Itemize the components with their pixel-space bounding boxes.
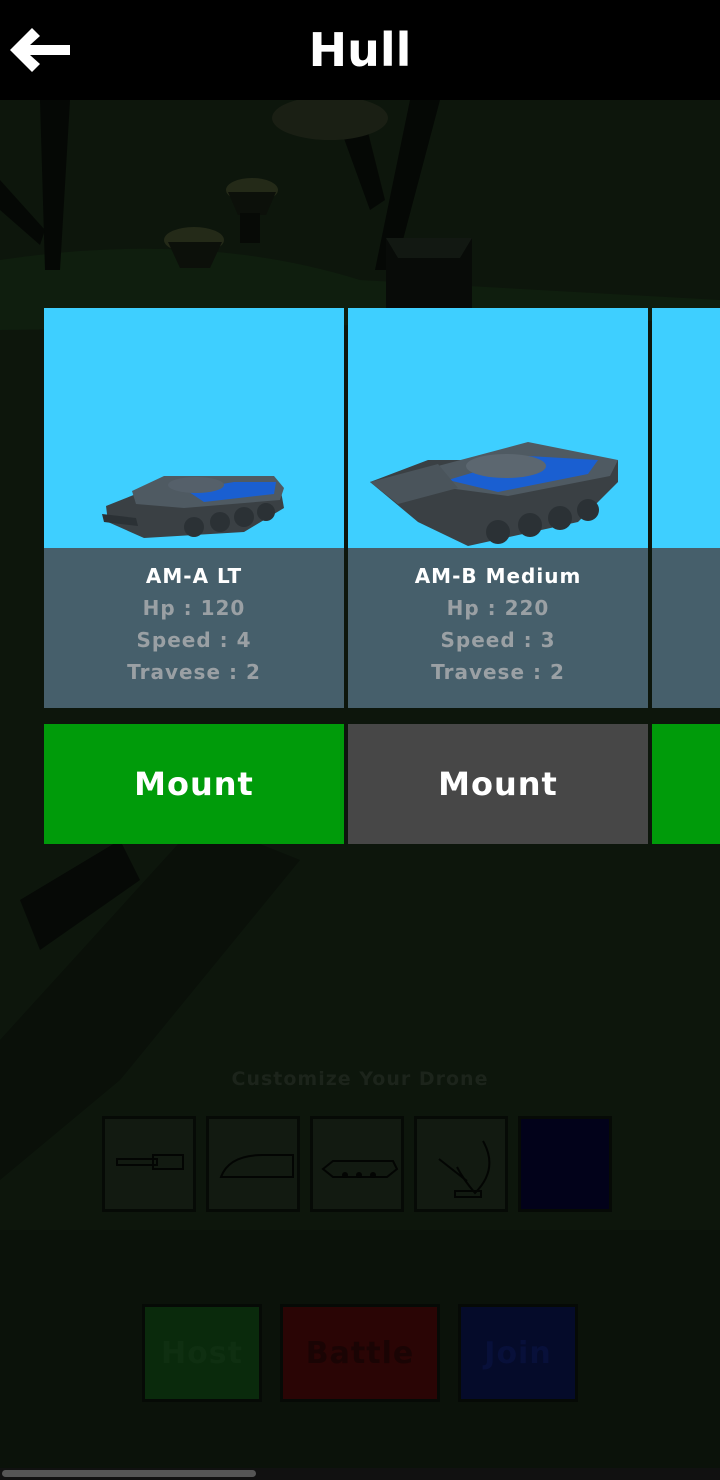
hull-traverse: Travese : 2	[127, 660, 261, 684]
tank-medium-image	[370, 442, 618, 546]
turret-slot[interactable]	[206, 1116, 300, 1212]
mount-button-am-b-medium[interactable]: Mount	[348, 724, 648, 844]
hull-hp: Hp : 120	[142, 596, 246, 620]
hull-speed: Speed : 3	[440, 628, 556, 652]
color-slot[interactable]	[518, 1116, 612, 1212]
hull-card-am-b-medium[interactable]: AM-B Medium Hp : 220 Speed : 3 Travese :…	[348, 308, 648, 708]
join-button[interactable]: Join	[458, 1304, 578, 1402]
battle-button[interactable]: Battle	[280, 1304, 440, 1402]
gun-icon	[116, 1154, 184, 1170]
mount-button-partial[interactable]	[652, 724, 720, 844]
hull-name: AM-B Medium	[414, 564, 582, 588]
tank-heavy-image	[652, 308, 720, 568]
hull-card-partial[interactable]	[652, 308, 720, 708]
scrollbar-thumb[interactable]	[2, 1470, 256, 1477]
hull-selection-screen: Hull AM-A LT Hp : 120 Speed : 4 Travese …	[0, 0, 720, 1480]
tank-light-image	[102, 476, 284, 538]
join-label: Join	[484, 1335, 552, 1371]
host-button[interactable]: Host	[142, 1304, 262, 1402]
hull-info-panel: AM-A LT Hp : 120 Speed : 4 Travese : 2	[44, 548, 344, 708]
turret-icon	[219, 1154, 294, 1178]
radar-slot[interactable]	[414, 1116, 508, 1212]
hull-icon	[321, 1160, 399, 1178]
hull-hp: Hp : 220	[446, 596, 550, 620]
hull-info-panel: AM-B Medium Hp : 220 Speed : 3 Travese :…	[348, 548, 648, 708]
customize-label: Customize Your Drone	[231, 1068, 489, 1090]
host-label: Host	[161, 1335, 243, 1371]
hull-name: AM-A LT	[145, 564, 243, 588]
mount-button-am-a-lt[interactable]: Mount	[44, 724, 344, 844]
mount-label: Mount	[438, 765, 558, 803]
hull-card-am-a-lt[interactable]: AM-A LT Hp : 120 Speed : 4 Travese : 2	[44, 308, 344, 708]
gun-slot[interactable]	[102, 1116, 196, 1212]
hull-info-panel	[652, 548, 720, 708]
top-bar: Hull	[0, 0, 720, 100]
radar-dish-icon	[438, 1140, 491, 1198]
mount-label: Mount	[134, 765, 254, 803]
hull-speed: Speed : 4	[136, 628, 252, 652]
page-title: Hull	[308, 23, 412, 77]
hull-traverse: Travese : 2	[431, 660, 565, 684]
battle-label: Battle	[305, 1335, 415, 1371]
hull-slot[interactable]	[310, 1116, 404, 1212]
